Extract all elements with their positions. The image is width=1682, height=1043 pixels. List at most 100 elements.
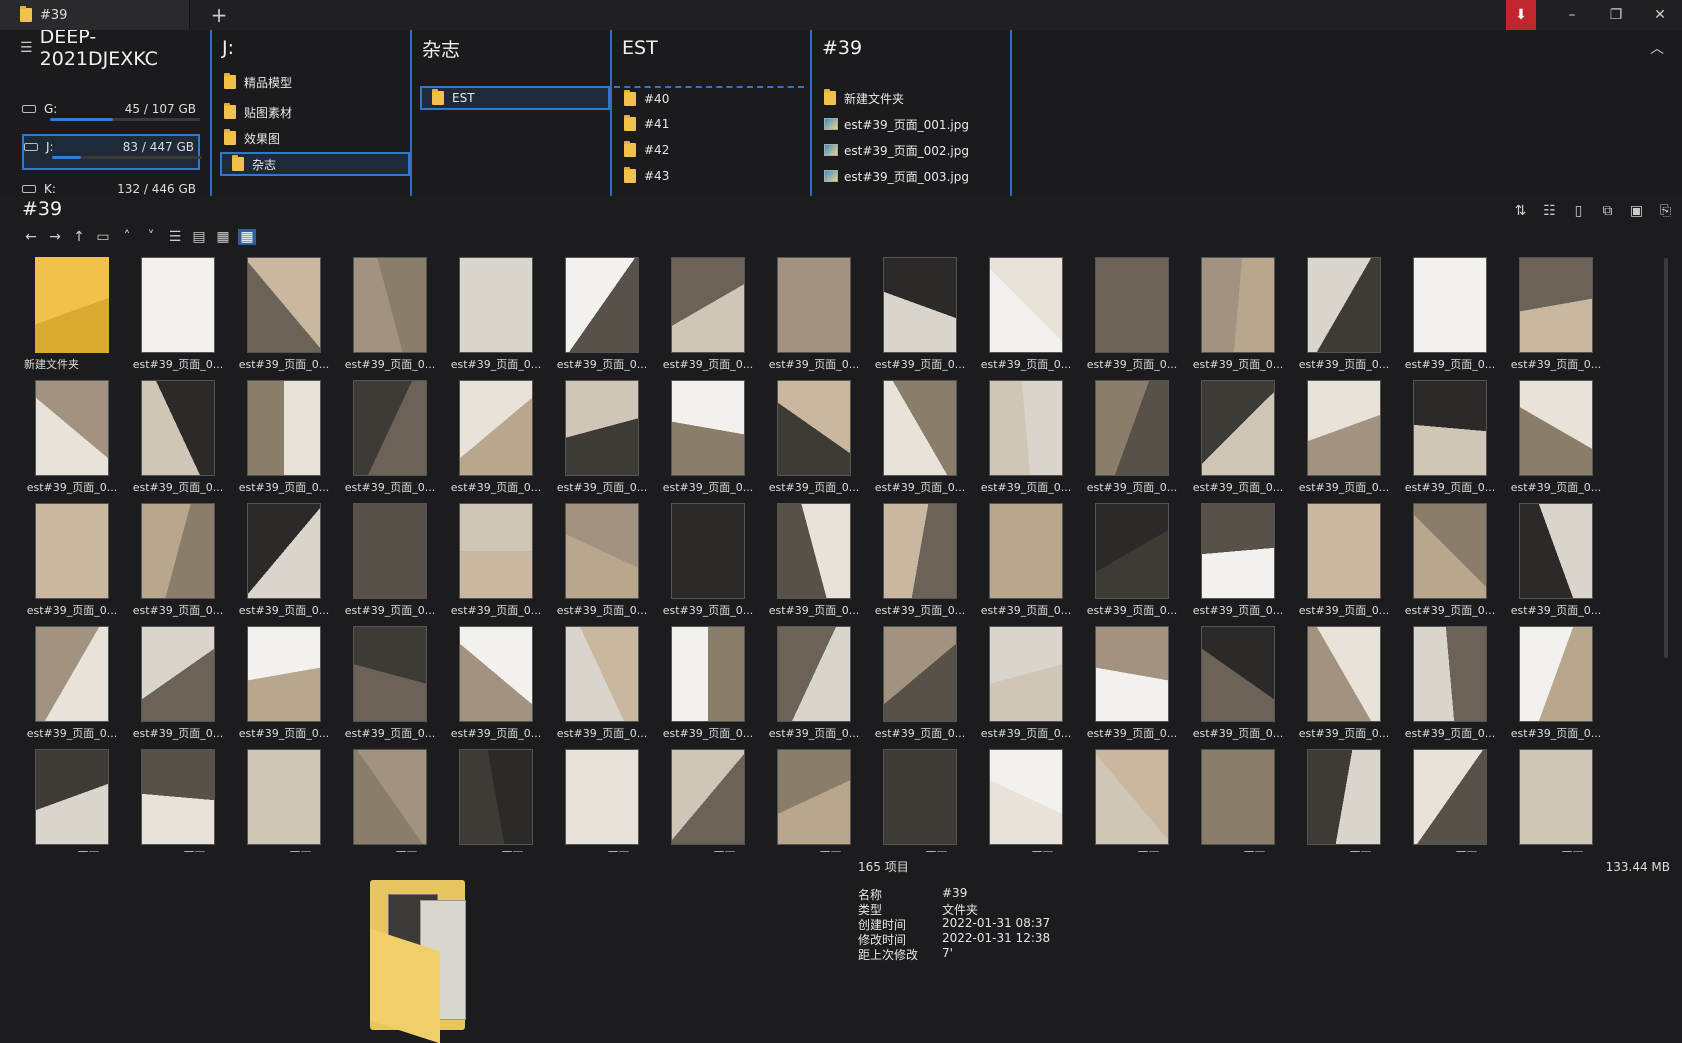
path-39[interactable]: #39: [814, 30, 1010, 66]
thumbnail-item[interactable]: est#39_页面_0...: [1398, 375, 1502, 495]
thumbnail-item[interactable]: est#39_页面_0: [1186, 744, 1290, 852]
download-icon[interactable]: ⬇: [1506, 0, 1536, 30]
thumbnail-item[interactable]: est#39_页面_0...: [550, 375, 654, 495]
folder-item-selected[interactable]: 杂志: [220, 152, 410, 176]
thumbnail-item[interactable]: est#39_页面_0...: [1186, 621, 1290, 741]
folder-item[interactable]: #40: [614, 86, 804, 110]
thumbnail-item[interactable]: est#39_页面_0...: [126, 498, 230, 618]
restore-button[interactable]: ❐: [1594, 0, 1638, 30]
thumbnail-item[interactable]: est#39_页面_0...: [1186, 375, 1290, 495]
thumbnail-item[interactable]: est#39_页面_0...: [1398, 252, 1502, 372]
path-j[interactable]: J:: [214, 30, 410, 66]
thumbnail-item[interactable]: est#39_页面_0...: [338, 375, 442, 495]
copy-path-icon[interactable]: ⧉: [1597, 203, 1618, 219]
thumbnail-item[interactable]: est#39_页面_0...: [1504, 252, 1608, 372]
thumbnail-item[interactable]: est#39_页面_0: [338, 744, 442, 852]
thumbnail-item[interactable]: est#39_页面_0...: [1080, 621, 1184, 741]
folder-item[interactable]: #42: [614, 138, 669, 162]
thumbnail-item[interactable]: est#39_页面_0...: [1292, 252, 1396, 372]
details-view-icon[interactable]: ▤: [190, 229, 208, 245]
tab-39[interactable]: #39: [0, 0, 190, 30]
thumbnail-item[interactable]: est#39_页面_0...: [974, 498, 1078, 618]
thumbnail-item[interactable]: est#39_页面_0...: [974, 621, 1078, 741]
thumbnail-item[interactable]: est#39_页面_0...: [1186, 498, 1290, 618]
thumbnail-item[interactable]: est#39_页面_0: [20, 744, 124, 852]
thumbnail-item[interactable]: est#39_页面_0...: [1186, 252, 1290, 372]
thumbnail-item[interactable]: est#39_页面_0...: [762, 252, 866, 372]
path-magazine[interactable]: 杂志: [414, 30, 610, 66]
thumbnail-item[interactable]: est#39_页面_0...: [1504, 621, 1608, 741]
menu-icon[interactable]: ☰: [20, 40, 34, 56]
folder-item[interactable]: 贴图素材: [214, 100, 292, 124]
thumbnail-item[interactable]: est#39_页面_0...: [868, 498, 972, 618]
thumbnail-item[interactable]: est#39_页面_0...: [338, 621, 442, 741]
folder-item[interactable]: 效果图: [214, 126, 280, 150]
pane-icon[interactable]: ▣: [1626, 203, 1647, 219]
thumbnail-item[interactable]: est#39_页面_0...: [232, 375, 336, 495]
drive-k[interactable]: K: 132 / 446 GB: [22, 180, 200, 196]
path-root[interactable]: DEEP-2021DJEXKC: [40, 30, 210, 70]
thumbnail-item[interactable]: est#39_页面_0...: [868, 252, 972, 372]
folder-item[interactable]: #41: [614, 112, 669, 136]
thumbnail-item[interactable]: est#39_页面_0...: [656, 375, 760, 495]
thumbnail-item[interactable]: est#39_页面_0...: [444, 621, 548, 741]
thumbnail-item[interactable]: est#39_页面_0: [1398, 744, 1502, 852]
thumbnail-item[interactable]: est#39_页面_0...: [1292, 498, 1396, 618]
thumbnail-item[interactable]: est#39_页面_0: [974, 744, 1078, 852]
thumbnail-item[interactable]: est#39_页面_0...: [1398, 498, 1502, 618]
thumbnail-item[interactable]: est#39_页面_0...: [444, 498, 548, 618]
new-tab-button[interactable]: +: [204, 0, 234, 30]
thumbnail-item[interactable]: est#39_页面_0: [444, 744, 548, 852]
path-est[interactable]: EST: [614, 30, 810, 66]
thumbnail-item[interactable]: est#39_页面_0...: [656, 498, 760, 618]
thumbnail-item[interactable]: est#39_页面_0...: [126, 375, 230, 495]
thumbnail-item[interactable]: est#39_页面_0...: [974, 252, 1078, 372]
folder-item[interactable]: 新建文件夹: [814, 86, 904, 110]
thumbnail-item[interactable]: est#39_页面_0...: [232, 621, 336, 741]
thumbnail-item[interactable]: est#39_页面_0: [232, 744, 336, 852]
file-item[interactable]: est#39_页面_002.jpg: [814, 138, 969, 162]
thumbnail-item[interactable]: est#39_页面_0: [1504, 744, 1608, 852]
clipboard-icon[interactable]: ⎘: [1655, 203, 1676, 219]
thumbnail-item[interactable]: est#39_页面_0: [762, 744, 866, 852]
thumbnail-item[interactable]: est#39_页面_0...: [444, 375, 548, 495]
close-button[interactable]: ✕: [1638, 0, 1682, 30]
tiles-view-icon[interactable]: ▦: [214, 229, 232, 245]
thumbnail-item[interactable]: est#39_页面_0...: [1292, 375, 1396, 495]
thumbnail-item[interactable]: est#39_页面_0...: [20, 498, 124, 618]
thumbnail-item[interactable]: 新建文件夹: [20, 252, 124, 372]
drive-g[interactable]: G: 45 / 107 GB: [22, 100, 200, 132]
thumbnail-item[interactable]: est#39_页面_0...: [1080, 498, 1184, 618]
thumbnail-item[interactable]: est#39_页面_0...: [550, 252, 654, 372]
thumbnail-item[interactable]: est#39_页面_0...: [126, 621, 230, 741]
new-file-icon[interactable]: ▯: [1568, 203, 1589, 219]
thumbnail-item[interactable]: est#39_页面_0: [1292, 744, 1396, 852]
thumbnail-item[interactable]: est#39_页面_0...: [338, 252, 442, 372]
collapse-icon[interactable]: ︿: [1650, 38, 1664, 58]
chevron-down-icon[interactable]: ˅: [142, 229, 160, 245]
thumbnail-item[interactable]: est#39_页面_0...: [762, 498, 866, 618]
thumbnail-item[interactable]: est#39_页面_0...: [1080, 375, 1184, 495]
thumbnail-item[interactable]: est#39_页面_0...: [338, 498, 442, 618]
thumbnail-item[interactable]: est#39_页面_0: [550, 744, 654, 852]
list-view-icon[interactable]: ☰: [166, 229, 184, 245]
file-item[interactable]: est#39_页面_001.jpg: [814, 112, 969, 136]
thumbnail-item[interactable]: est#39_页面_0...: [656, 621, 760, 741]
sort-icon[interactable]: ⇅: [1510, 203, 1531, 219]
thumbnail-item[interactable]: est#39_页面_0...: [232, 252, 336, 372]
folder-nav-icon[interactable]: ▭: [94, 229, 112, 245]
thumbnail-item[interactable]: est#39_页面_0...: [868, 375, 972, 495]
up-icon[interactable]: ↑: [70, 229, 88, 245]
scrollbar[interactable]: [1664, 252, 1670, 852]
folder-item-selected[interactable]: EST: [420, 86, 610, 110]
folder-item[interactable]: #43: [614, 164, 669, 188]
thumbnail-item[interactable]: est#39_页面_0: [868, 744, 972, 852]
thumbnail-item[interactable]: est#39_页面_0: [1080, 744, 1184, 852]
file-item[interactable]: est#39_页面_003.jpg: [814, 164, 969, 188]
thumbnail-item[interactable]: est#39_页面_0...: [762, 375, 866, 495]
forward-icon[interactable]: →: [46, 229, 64, 245]
thumbnail-item[interactable]: est#39_页面_0...: [762, 621, 866, 741]
thumbnail-item[interactable]: est#39_页面_0: [656, 744, 760, 852]
thumbnail-item[interactable]: est#39_页面_0...: [974, 375, 1078, 495]
thumbnail-item[interactable]: est#39_页面_0...: [1504, 375, 1608, 495]
